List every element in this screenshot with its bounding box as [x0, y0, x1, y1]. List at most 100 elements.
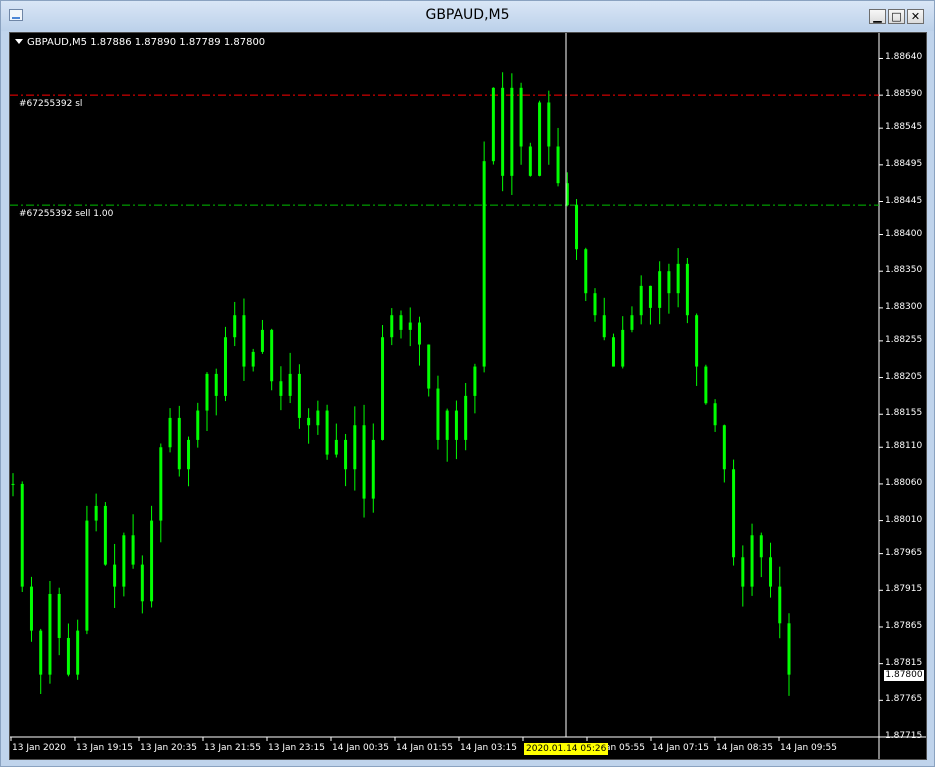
- sell-order-label[interactable]: #67255392 sell 1.00: [19, 209, 113, 219]
- candle-body: [316, 410, 320, 426]
- candle-body: [260, 329, 264, 352]
- time-tick-label: 14 Jan 00:35: [332, 743, 389, 753]
- candle-body: [20, 483, 24, 587]
- legend-symbol: GBPAUD,M5: [27, 37, 88, 48]
- candle-body: [270, 329, 274, 382]
- candle-body: [177, 417, 181, 470]
- price-tick-label: 1.88445: [885, 195, 923, 206]
- price-tick-label: 1.87965: [885, 547, 923, 558]
- price-tick-label: 1.88060: [885, 477, 923, 488]
- candle-body: [131, 535, 135, 565]
- stop-loss-label[interactable]: #67255392 sl: [19, 99, 82, 109]
- price-tick-label: 1.88640: [885, 52, 923, 63]
- price-tick-label: 1.88545: [885, 122, 923, 133]
- price-tick-label: 1.88495: [885, 158, 923, 169]
- candle-body: [593, 293, 597, 316]
- candle-body: [676, 263, 680, 294]
- candle-body: [501, 87, 505, 176]
- time-tick-label: 13 Jan 20:35: [140, 743, 197, 753]
- candle-body: [621, 329, 625, 367]
- chart-menu-triangle-icon[interactable]: [15, 39, 23, 44]
- time-tick-label: 14 Jan 01:55: [396, 743, 453, 753]
- candle-body: [279, 381, 283, 396]
- candle-body: [685, 263, 689, 316]
- candle-body: [538, 102, 542, 176]
- current-price-badge: 1.87800: [884, 670, 924, 681]
- candle-body: [57, 593, 61, 638]
- time-tick-label: 14 Jan 07:15: [652, 743, 709, 753]
- candlestick-plot[interactable]: [10, 33, 927, 760]
- minimize-button[interactable]: ▁: [869, 9, 886, 24]
- candle-body: [491, 87, 495, 162]
- price-tick-label: 1.88590: [885, 89, 923, 100]
- candle-body: [454, 410, 458, 440]
- title-bar[interactable]: GBPAUD,M5 ▁ □ ✕: [1, 1, 934, 31]
- candle-body: [187, 439, 191, 470]
- candle-body: [704, 366, 708, 404]
- close-button[interactable]: ✕: [907, 9, 924, 24]
- maximize-button[interactable]: □: [888, 9, 905, 24]
- candle-body: [103, 505, 107, 565]
- candle-body: [288, 373, 292, 396]
- candle-body: [390, 315, 394, 338]
- price-tick-label: 1.88010: [885, 514, 923, 525]
- candle-body: [223, 337, 227, 396]
- candle-body: [417, 322, 421, 345]
- price-tick-label: 1.88205: [885, 371, 923, 382]
- candle-body: [575, 205, 579, 250]
- candle-body: [408, 322, 412, 330]
- chart-window: GBPAUD,M5 ▁ □ ✕ GBPAUD,M5 1.87886 1.8789…: [0, 0, 935, 767]
- price-tick-label: 1.88400: [885, 228, 923, 239]
- candle-body: [48, 593, 52, 675]
- candle-body: [556, 146, 560, 184]
- candle-body: [94, 505, 98, 521]
- window-title: GBPAUD,M5: [425, 7, 510, 23]
- candle-body: [759, 535, 763, 558]
- candle-body: [769, 557, 773, 587]
- candle-body: [344, 439, 348, 470]
- candle-body: [528, 146, 532, 176]
- price-tick-label: 1.88300: [885, 301, 923, 312]
- candle-body: [519, 87, 523, 147]
- candle-body: [639, 285, 643, 316]
- price-tick-label: 1.87865: [885, 620, 923, 631]
- time-tick-label: 13 Jan 23:15: [268, 743, 325, 753]
- candle-body: [695, 315, 699, 367]
- price-tick-label: 1.88155: [885, 408, 923, 419]
- candle-body: [251, 351, 255, 367]
- candle-body: [150, 520, 154, 602]
- candle-body: [547, 102, 551, 147]
- time-tick-label: 14 Jan 03:15: [460, 743, 517, 753]
- time-tick-label: 14 Jan 09:55: [780, 743, 837, 753]
- price-tick-label: 1.87715: [885, 731, 923, 741]
- price-tick-label: 1.87915: [885, 584, 923, 595]
- crosshair-time-badge: 2020.01.14 05:26: [524, 743, 609, 755]
- candle-body: [66, 637, 70, 675]
- candle-body: [85, 520, 89, 631]
- price-tick-label: 1.87765: [885, 694, 923, 705]
- candle-body: [464, 395, 468, 440]
- candle-body: [381, 337, 385, 440]
- candle-body: [399, 315, 403, 330]
- price-chart[interactable]: GBPAUD,M5 1.87886 1.87890 1.87789 1.8780…: [9, 32, 927, 760]
- candle-body: [741, 557, 745, 587]
- candle-body: [140, 564, 144, 602]
- candle-body: [11, 483, 15, 485]
- candle-body: [334, 439, 338, 455]
- candle-body: [787, 623, 791, 675]
- candle-body: [778, 586, 782, 624]
- chart-legend: GBPAUD,M5 1.87886 1.87890 1.87789 1.8780…: [15, 37, 265, 48]
- candle-body: [427, 344, 431, 389]
- candle-body: [750, 535, 754, 587]
- candle-body: [233, 315, 237, 338]
- time-tick-label: 13 Jan 21:55: [204, 743, 261, 753]
- candle-body: [325, 410, 329, 455]
- candle-body: [648, 285, 652, 308]
- candle-body: [611, 337, 615, 367]
- candle-body: [436, 388, 440, 440]
- candle-body: [602, 315, 606, 338]
- candle-body: [168, 417, 172, 448]
- candle-body: [159, 447, 163, 521]
- candle-body: [196, 410, 200, 440]
- candle-body: [371, 439, 375, 499]
